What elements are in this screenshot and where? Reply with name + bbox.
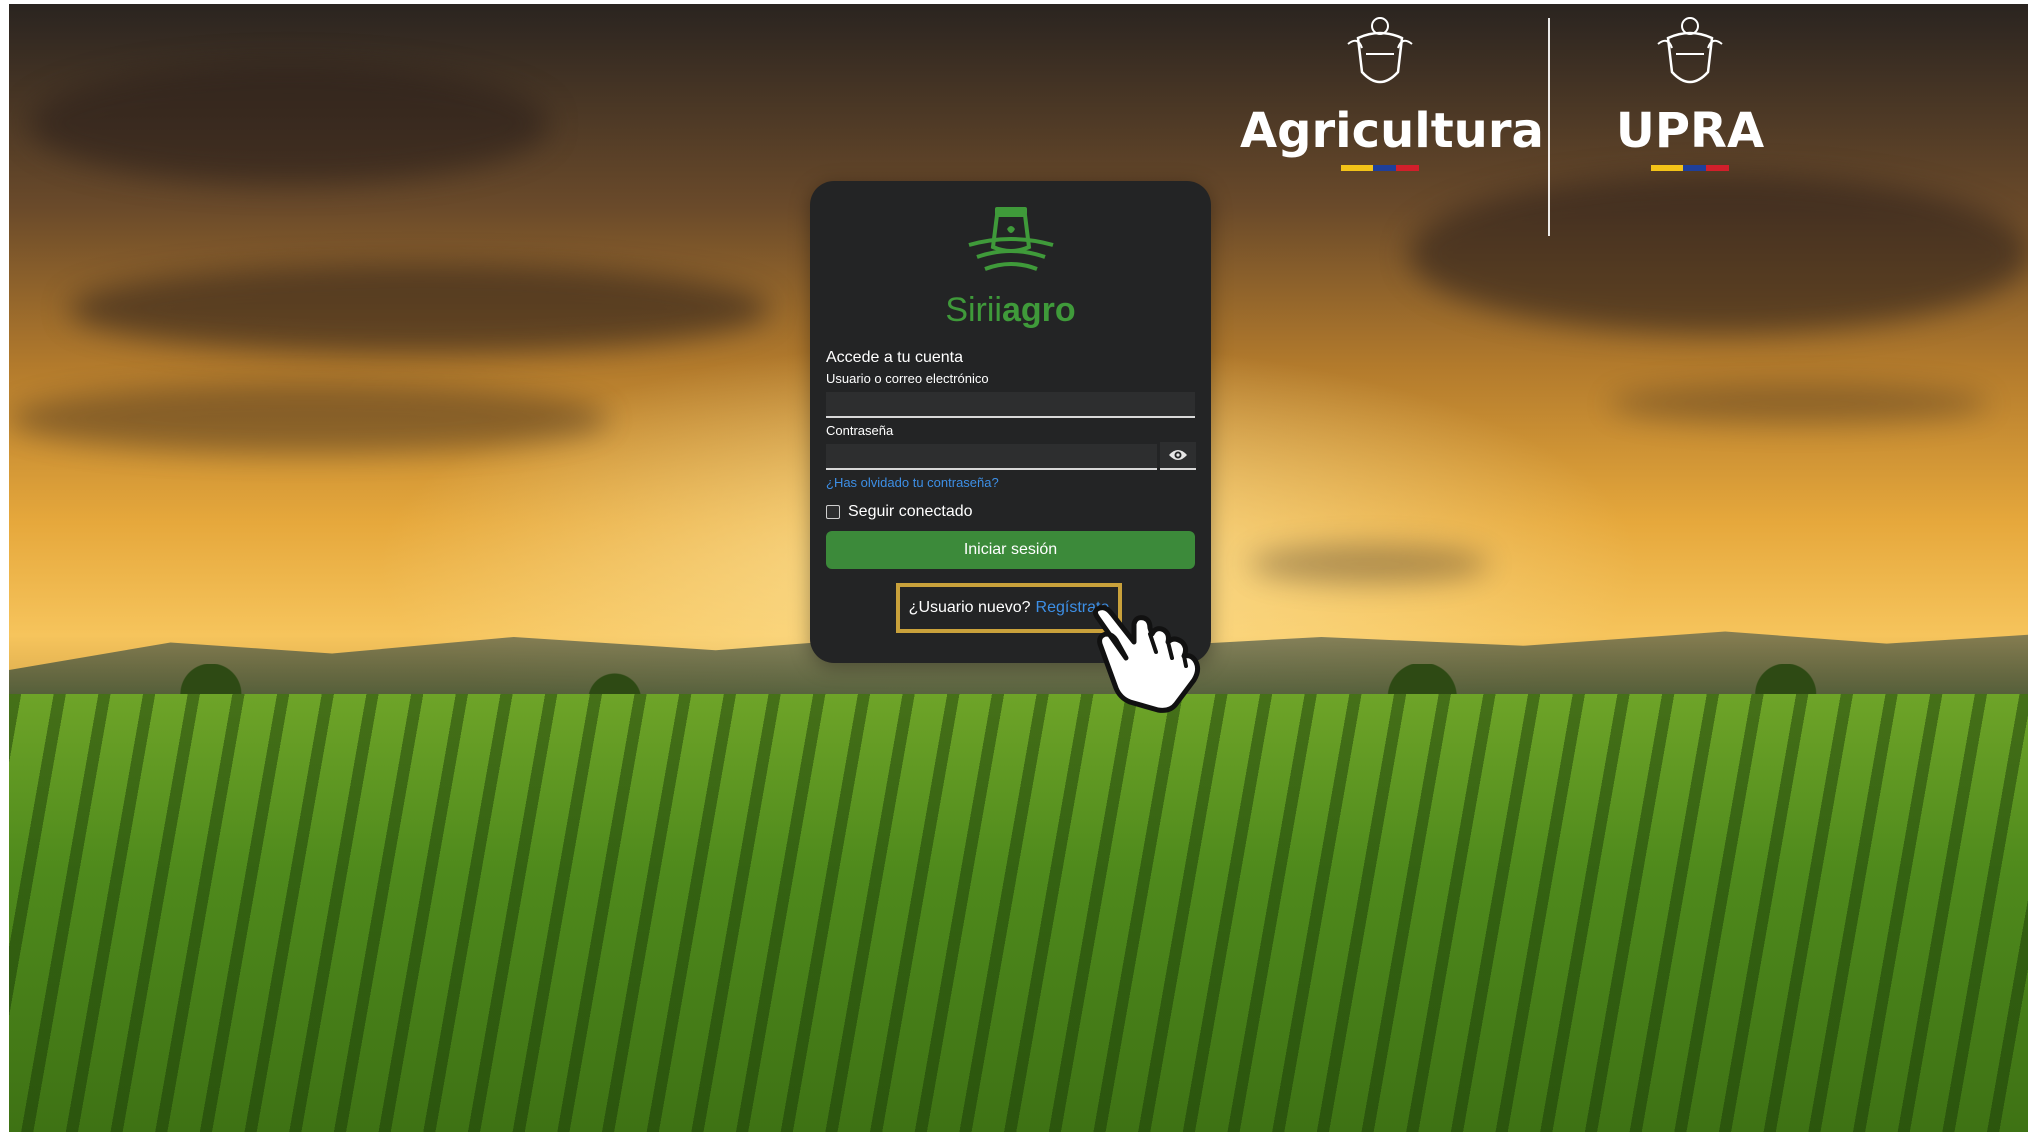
username-input[interactable] [826, 392, 1195, 418]
remember-me-label: Seguir conectado [848, 503, 973, 520]
hand-pointer-icon [1092, 605, 1201, 713]
siriiagro-logo: Siriiagro [810, 203, 1211, 330]
cloud [1609, 384, 1989, 424]
login-button[interactable]: Iniciar sesión [826, 531, 1195, 569]
username-label: Usuario o correo electrónico [826, 371, 989, 386]
agency-name: UPRA [1615, 103, 1765, 159]
siriiagro-emblem-icon [967, 207, 1054, 271]
agency-name: Agricultura [1240, 103, 1544, 159]
cloud [1249, 544, 1489, 584]
show-password-button[interactable] [1160, 442, 1196, 470]
cloud [69, 264, 769, 354]
upra-logo: UPRA [1600, 14, 1780, 171]
brand-name-part1: Sirii [945, 291, 1002, 329]
forgot-password-link[interactable]: ¿Has olvidado tu contraseña? [826, 475, 999, 490]
brand-name: Siriiagro [810, 291, 1211, 330]
register-highlight: ¿Usuario nuevo? Regístrate [896, 583, 1122, 633]
agricultura-logo: Agricultura [1240, 14, 1544, 171]
password-label: Contraseña [826, 423, 894, 438]
password-input[interactable] [826, 444, 1157, 470]
remember-me-checkbox[interactable]: Seguir conectado [826, 503, 973, 521]
eye-icon [1169, 450, 1187, 460]
login-card: Siriiagro Accede a tu cuenta Usuario o c… [810, 181, 1211, 663]
tea-field [9, 694, 2028, 1132]
colombia-flag-stripe [1341, 165, 1419, 171]
logo-divider [1548, 18, 1550, 236]
cloud [29, 64, 549, 184]
coat-of-arms-icon [1347, 17, 1413, 84]
register-prompt: ¿Usuario nuevo? [908, 599, 1031, 616]
cloud [9, 384, 609, 454]
colombia-flag-stripe [1651, 165, 1729, 171]
checkbox[interactable] [826, 505, 840, 519]
government-logos: Agricultura UPRA [1240, 14, 1780, 236]
coat-of-arms-icon [1657, 17, 1723, 84]
login-heading: Accede a tu cuenta [826, 349, 963, 366]
brand-name-part2: agro [1001, 291, 1076, 329]
